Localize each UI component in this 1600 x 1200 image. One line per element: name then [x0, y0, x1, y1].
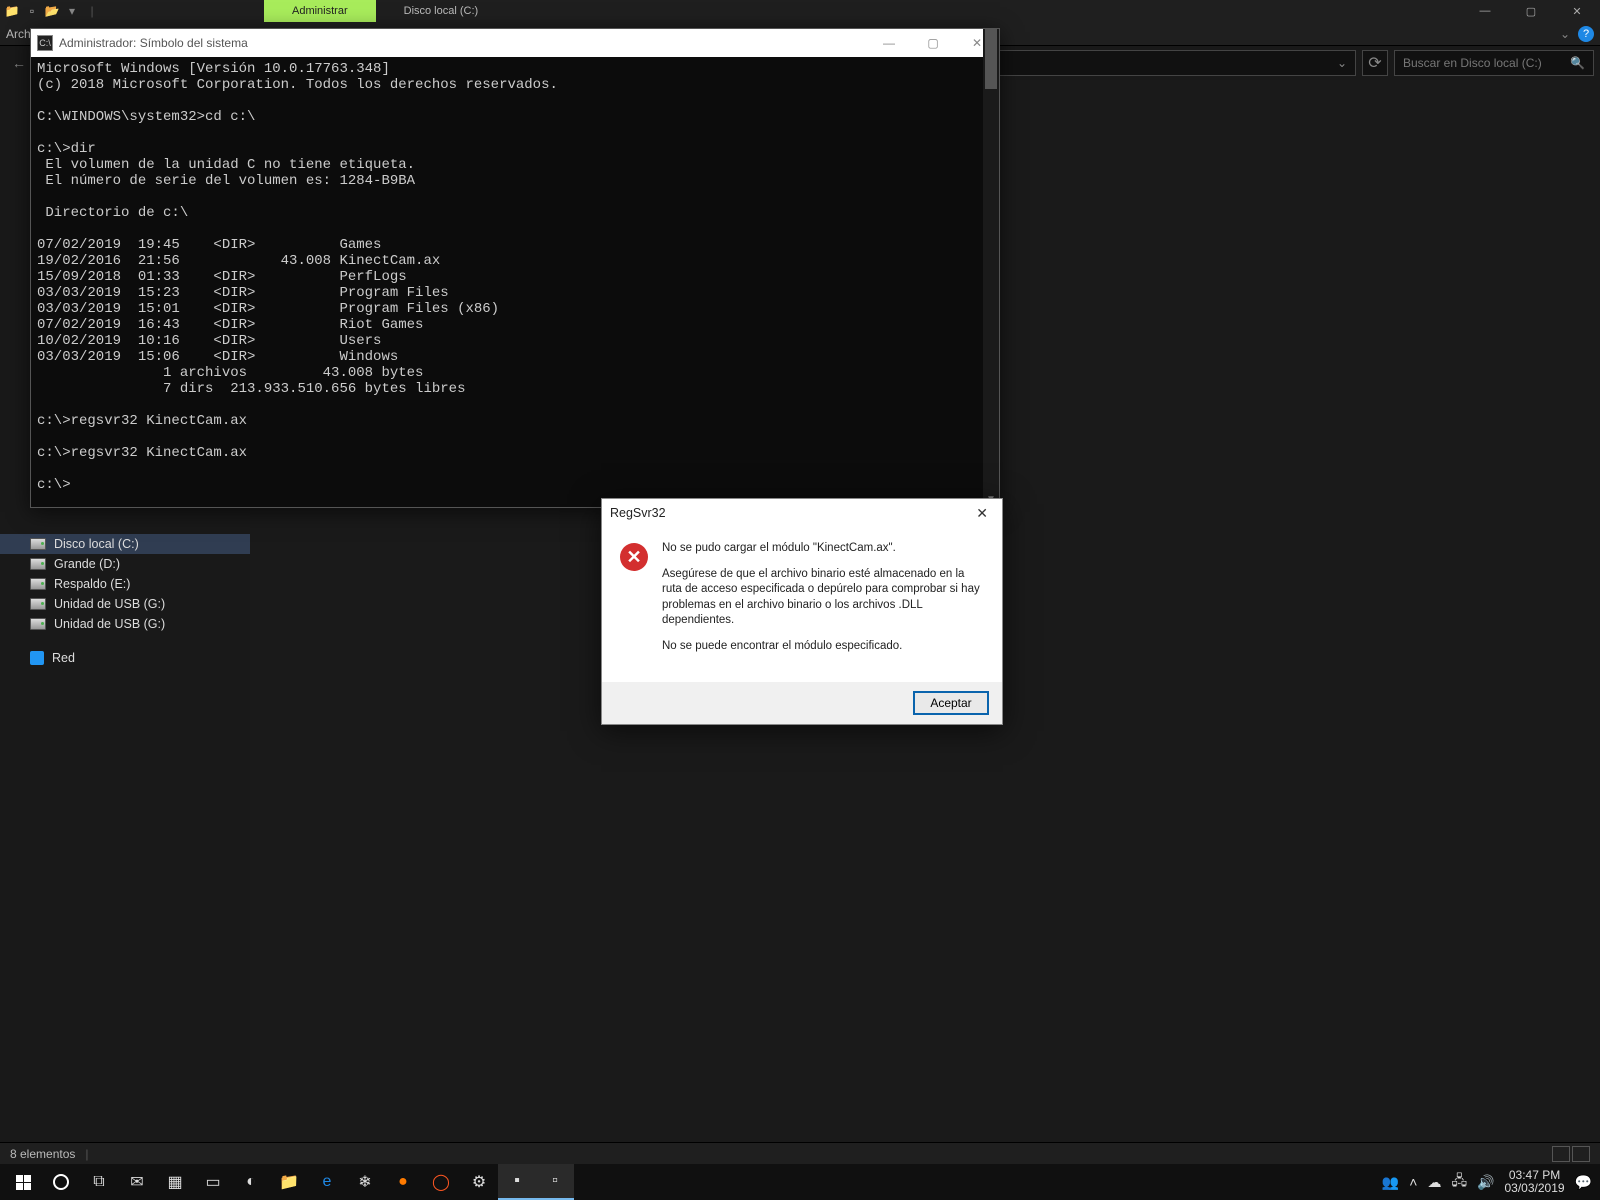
ribbon-context-tab[interactable]: Administrar: [264, 0, 376, 22]
regsvr32-dialog: RegSvr32 ✕ ✕ No se pudo cargar el módulo…: [601, 498, 1003, 725]
tray-network-icon[interactable]: 🖧: [1451, 1170, 1467, 1194]
dialog-line3: No se puede encontrar el módulo especifi…: [662, 639, 984, 655]
search-input[interactable]: Buscar en Disco local (C:) 🔍: [1394, 50, 1594, 76]
taskbar-app-mail[interactable]: ✉: [118, 1164, 156, 1200]
drive-icon: [30, 598, 46, 610]
taskbar-app-explorer[interactable]: 📁: [270, 1164, 308, 1200]
taskbar-app-generic1[interactable]: ◐: [232, 1164, 270, 1200]
taskbar-app-generic2[interactable]: ❄: [346, 1164, 384, 1200]
qat-sep: |: [84, 3, 100, 19]
start-button[interactable]: [4, 1164, 42, 1200]
tray-date: 03/03/2019: [1505, 1182, 1565, 1195]
network-icon: [30, 651, 44, 665]
nav-item[interactable]: Respaldo (E:): [0, 574, 250, 594]
nav-item-label: Red: [52, 651, 75, 665]
refresh-button[interactable]: ⟳: [1362, 50, 1388, 76]
dialog-close-button[interactable]: ✕: [970, 505, 994, 522]
cmd-scrollbar[interactable]: ▲ ▼: [983, 29, 999, 507]
system-tray: 👥 ˄ ☁ 🖧 🔊 03:47 PM 03/03/2019 💬: [1382, 1169, 1596, 1195]
status-text: 8 elementos: [10, 1147, 75, 1161]
dialog-titlebar[interactable]: RegSvr32 ✕: [602, 499, 1002, 527]
address-dropdown-icon[interactable]: ⌄: [1337, 56, 1347, 70]
cmd-minimize-button[interactable]: ―: [867, 29, 911, 57]
qat-properties-icon[interactable]: ▫: [24, 3, 40, 19]
dialog-title: RegSvr32: [610, 506, 666, 520]
tray-clock[interactable]: 03:47 PM 03/03/2019: [1505, 1169, 1565, 1195]
nav-item-label: Respaldo (E:): [54, 577, 130, 591]
back-button[interactable]: ←: [6, 50, 32, 76]
taskbar-app-generic3[interactable]: ◯: [422, 1164, 460, 1200]
nav-item-label: Disco local (C:): [54, 537, 139, 551]
error-icon: ✕: [620, 543, 648, 571]
nav-item-label: Grande (D:): [54, 557, 120, 571]
scroll-thumb[interactable]: [985, 29, 997, 89]
window-title: Disco local (C:): [376, 0, 507, 22]
close-button[interactable]: ✕: [1554, 0, 1600, 22]
drive-icon: [30, 618, 46, 630]
cmd-maximize-button[interactable]: ▢: [911, 29, 955, 57]
cmd-output[interactable]: Microsoft Windows [Versión 10.0.17763.34…: [31, 57, 999, 507]
nav-item-label: Unidad de USB (G:): [54, 597, 165, 611]
explorer-titlebar: 📁 ▫ 📂 ▾ | Administrar Disco local (C:) ―…: [0, 0, 1600, 22]
dialog-line1: No se pudo cargar el módulo "KinectCam.a…: [662, 541, 984, 557]
taskbar: ⧉ ✉ ▦ ▭ ◐ 📁 e ❄ ● ◯ ⚙ ▪ ▫ 👥 ˄ ☁ 🖧 🔊 03:4…: [0, 1164, 1600, 1200]
dialog-message: No se pudo cargar el módulo "KinectCam.a…: [662, 541, 984, 664]
cmd-window: C:\ Administrador: Símbolo del sistema ―…: [30, 28, 1000, 508]
view-large-icon[interactable]: [1572, 1146, 1590, 1162]
taskbar-app-explorer-running[interactable]: ▫: [536, 1164, 574, 1200]
tray-onedrive-icon[interactable]: ☁: [1427, 1174, 1441, 1191]
cmd-icon: C:\: [37, 35, 53, 51]
qat-newfolder-icon[interactable]: 📂: [44, 3, 60, 19]
explorer-icon: 📁: [4, 3, 20, 19]
drive-icon: [30, 538, 46, 550]
cmd-title-text: Administrador: Símbolo del sistema: [59, 36, 248, 50]
nav-item[interactable]: Red: [0, 648, 250, 668]
view-details-icon[interactable]: [1552, 1146, 1570, 1162]
drive-icon: [30, 578, 46, 590]
minimize-button[interactable]: ―: [1462, 0, 1508, 22]
nav-item[interactable]: Disco local (C:): [0, 534, 250, 554]
tray-overflow-icon[interactable]: ˄: [1409, 1174, 1417, 1190]
taskbar-app-photos[interactable]: ▭: [194, 1164, 232, 1200]
tray-notifications-icon[interactable]: 💬: [1575, 1174, 1592, 1191]
drive-icon: [30, 558, 46, 570]
taskbar-app-edge[interactable]: e: [308, 1164, 346, 1200]
tray-people-icon[interactable]: 👥: [1382, 1174, 1399, 1191]
status-bar: 8 elementos |: [0, 1142, 1600, 1164]
taskbar-app-calendar[interactable]: ▦: [156, 1164, 194, 1200]
cortana-button[interactable]: [42, 1164, 80, 1200]
ribbon-collapse-icon[interactable]: ⌄: [1560, 27, 1570, 41]
nav-item[interactable]: Unidad de USB (G:): [0, 614, 250, 634]
taskbar-app-settings[interactable]: ⚙: [460, 1164, 498, 1200]
search-icon: 🔍: [1570, 56, 1585, 70]
nav-item[interactable]: Unidad de USB (G:): [0, 594, 250, 614]
qat-dropdown-icon[interactable]: ▾: [64, 3, 80, 19]
task-view-button[interactable]: ⧉: [80, 1164, 118, 1200]
nav-item-label: Unidad de USB (G:): [54, 617, 165, 631]
nav-item[interactable]: Grande (D:): [0, 554, 250, 574]
cmd-titlebar[interactable]: C:\ Administrador: Símbolo del sistema ―…: [31, 29, 999, 57]
help-icon[interactable]: ?: [1578, 26, 1594, 42]
taskbar-app-cmd[interactable]: ▪: [498, 1164, 536, 1200]
dialog-ok-button[interactable]: Aceptar: [914, 692, 988, 714]
search-placeholder: Buscar en Disco local (C:): [1403, 56, 1542, 70]
taskbar-app-firefox[interactable]: ●: [384, 1164, 422, 1200]
tray-volume-icon[interactable]: 🔊: [1477, 1174, 1494, 1191]
dialog-line2: Asegúrese de que el archivo binario esté…: [662, 567, 984, 629]
maximize-button[interactable]: ▢: [1508, 0, 1554, 22]
